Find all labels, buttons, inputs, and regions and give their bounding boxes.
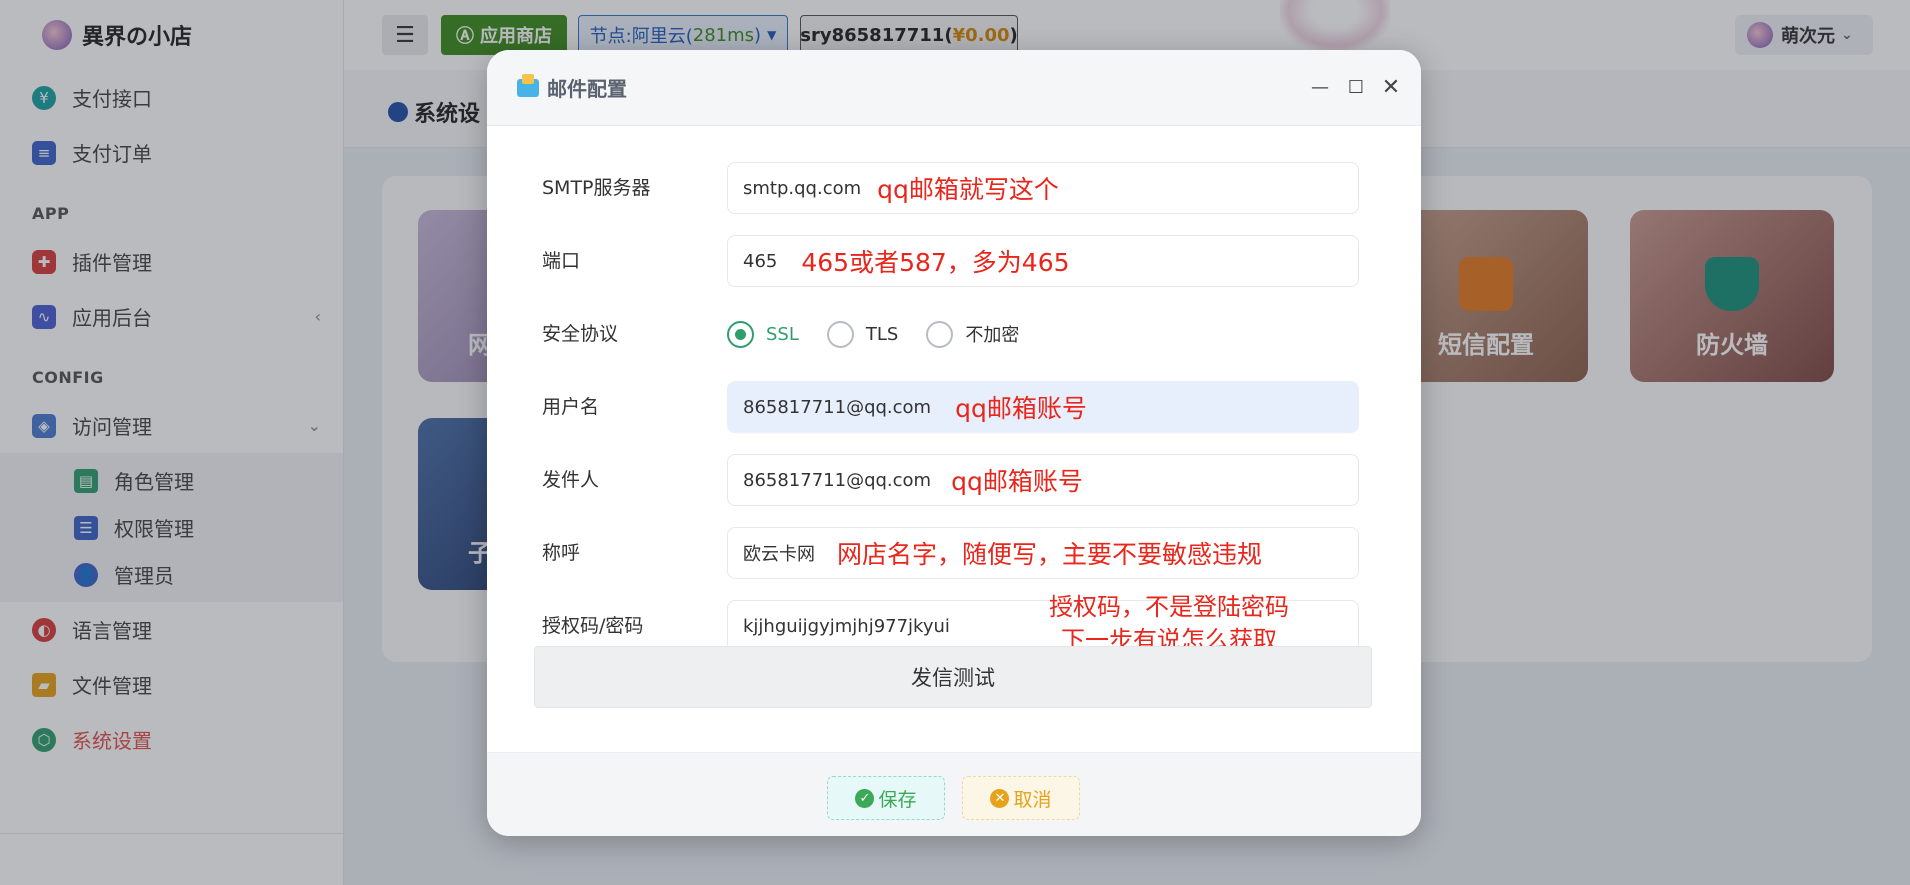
radio-checked-icon: [727, 320, 754, 348]
radio-label: 不加密: [965, 325, 1020, 346]
close-icon[interactable]: ✕: [1380, 75, 1402, 100]
cancel-label: 取消: [1013, 788, 1052, 811]
port-label: 端口: [542, 250, 581, 272]
dialog-footer: ✓ 保存 ✕ 取消: [487, 752, 1421, 836]
save-label: 保存: [878, 788, 917, 811]
port-value: 465: [743, 250, 778, 272]
nickname-input[interactable]: 欧云卡网 网店名字，随便写，主要不要敏感违规: [727, 527, 1359, 579]
dialog-title-text: 邮件配置: [547, 77, 627, 101]
radio-unchecked-icon: [826, 320, 854, 348]
mail-icon: [517, 73, 539, 97]
send-test-button[interactable]: 发信测试: [534, 646, 1372, 708]
cancel-button[interactable]: ✕ 取消: [962, 776, 1080, 820]
smtp-value: smtp.qq.com: [743, 177, 862, 199]
radio-ssl[interactable]: SSL: [727, 320, 799, 348]
sender-value: 865817711@qq.com: [743, 469, 932, 491]
port-input[interactable]: 465 465或者587，多为465: [727, 235, 1359, 287]
radio-none[interactable]: 不加密: [926, 320, 1020, 348]
radio-unchecked-icon: [926, 320, 954, 348]
username-annotation: qq邮箱账号: [955, 394, 1087, 423]
authcode-note-line1: 授权码，不是登陆密码: [1049, 593, 1289, 621]
form-row-port: 端口 465 465或者587，多为465: [535, 235, 1373, 287]
sender-annotation: qq邮箱账号: [951, 467, 1083, 496]
nickname-value: 欧云卡网: [743, 544, 815, 565]
radio-label: SSL: [766, 323, 799, 345]
smtp-label: SMTP服务器: [542, 177, 651, 199]
email-config-dialog: 邮件配置 — ☐ ✕ SMTP服务器 smtp.qq.com qq邮箱就写这个 …: [487, 50, 1421, 836]
form-row-sender: 发件人 865817711@qq.com qq邮箱账号: [535, 454, 1373, 506]
form-row-username: 用户名 865817711@qq.com qq邮箱账号: [535, 381, 1373, 433]
form-row-security: 安全协议 SSL TLS 不加密: [535, 308, 1373, 360]
security-radio-group: SSL TLS 不加密: [727, 308, 1047, 360]
form-row-nickname: 称呼 欧云卡网 网店名字，随便写，主要不要敏感违规: [535, 527, 1373, 579]
authcode-label: 授权码/密码: [542, 615, 644, 637]
form-row-authcode: 授权码/密码 kjjhguijgyjmjhj977jkyui 授权码，不是登陆密…: [535, 593, 1373, 654]
smtp-annotation: qq邮箱就写这个: [877, 175, 1059, 204]
authcode-value: kjjhguijgyjmjhj977jkyui: [743, 615, 950, 637]
radio-label: TLS: [865, 323, 899, 345]
nickname-annotation: 网店名字，随便写，主要不要敏感违规: [837, 540, 1263, 569]
radio-tls[interactable]: TLS: [826, 320, 899, 348]
nickname-label: 称呼: [542, 542, 581, 564]
dialog-title: 邮件配置: [517, 73, 627, 102]
minimize-icon[interactable]: —: [1309, 76, 1331, 98]
sender-input[interactable]: 865817711@qq.com qq邮箱账号: [727, 454, 1359, 506]
sender-label: 发件人: [542, 469, 600, 491]
smtp-server-input[interactable]: smtp.qq.com qq邮箱就写这个: [727, 162, 1359, 214]
username-value: 865817711@qq.com: [743, 396, 932, 418]
security-label: 安全协议: [542, 323, 619, 345]
port-annotation: 465或者587，多为465: [801, 248, 1070, 277]
username-label: 用户名: [542, 396, 600, 418]
maximize-icon[interactable]: ☐: [1345, 76, 1367, 98]
save-button[interactable]: ✓ 保存: [827, 776, 945, 820]
username-input[interactable]: 865817711@qq.com qq邮箱账号: [727, 381, 1359, 433]
form-row-smtp: SMTP服务器 smtp.qq.com qq邮箱就写这个: [535, 162, 1373, 214]
close-circle-icon: ✕: [990, 788, 1010, 808]
dialog-header: 邮件配置 — ☐ ✕: [487, 50, 1421, 126]
check-circle-icon: ✓: [855, 788, 875, 808]
